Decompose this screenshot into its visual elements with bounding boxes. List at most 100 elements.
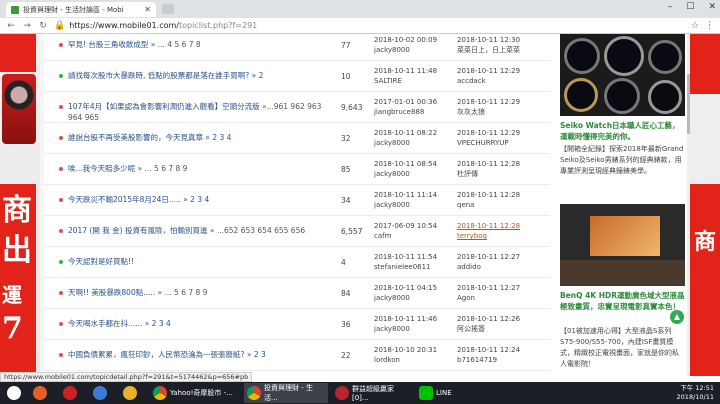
start-button[interactable] [4,383,24,403]
topic-title-link[interactable]: 中國負債累累，瘋狂印鈔，人民幣恐淪為一張張廢紙? » 2 3 [68,349,338,360]
topic-last-user[interactable]: terrybog [457,231,547,241]
topic-page-links[interactable]: ...652 653 654 655 656 [217,226,305,235]
topic-start-user[interactable]: jacky8000 [374,200,454,210]
topic-last-reply[interactable]: 2018-10-11 12:27 Agon [457,283,547,303]
address-bar[interactable]: 🔒 https://www.mobile01.com/topiclist.php… [54,20,685,32]
taskbar-app-2[interactable] [60,383,80,403]
sidebar-ad1-text[interactable]: 【開箱全紀錄】探索2018年最新Grand Seiko及Seiko男錶系列的經典… [560,144,685,177]
ad-text-3: 運 [2,283,22,307]
topic-status-dot [59,291,63,295]
topic-start-user[interactable]: jacky8000 [374,169,454,179]
topic-start-date: 2018-10-11 08:22 [374,129,438,137]
topic-last-user[interactable]: b71614719 [457,355,547,365]
taskbar-chrome-yahoo[interactable]: Yahoo!奇摩股市 -... [150,383,240,403]
topic-last-user[interactable]: addido [457,262,547,272]
topic-status-dot [59,74,63,78]
right-ad-banner[interactable]: 商 [690,34,720,376]
taskbar-line[interactable]: LINE [416,383,472,403]
topic-title-link[interactable]: 今天喝水手都在抖...... » 2 3 4 [68,318,338,329]
page-scrollbar[interactable] [687,34,690,376]
topic-last-reply[interactable]: 2018-10-11 12:24 b71614719 [457,345,547,365]
scrollbar-thumb[interactable] [687,74,690,134]
forward-icon[interactable]: → [22,21,32,31]
topic-start-user[interactable]: jacky8000 [374,138,454,148]
topic-title-link[interactable]: 天啊!! 美股暴跌800點..... » ... 5 6 7 8 9 [68,287,338,298]
topic-start-user[interactable]: jacky8000 [374,45,454,55]
topic-status-dot [59,167,63,171]
topic-last-user[interactable]: Agon [457,293,547,303]
topic-start-user[interactable]: stefanielee0611 [374,262,454,272]
sidebar-ad1-title[interactable]: Seiko Watch日本職人匠心工藝，運載時懂得完美的你。 [560,120,685,142]
topic-title-link[interactable]: 唉...我今天賠多少呢 » ... 5 6 7 8 9 [68,163,338,174]
left-ad-banner[interactable]: 商 出 運 7 [0,34,44,376]
reload-icon[interactable]: ↻ [38,21,48,31]
topic-start-user[interactable]: jiangbruce888 [374,107,454,117]
topic-start-date: 2018-10-11 08:54 [374,160,438,168]
windows-start-icon [7,386,21,400]
minimize-icon[interactable]: – [668,2,673,12]
topic-title-link[interactable]: 今天認對是好買點!! [68,256,338,267]
topic-last-reply[interactable]: 2018-10-11 12:28 杜評傳 [457,159,547,179]
topic-page-links[interactable]: ... 5 6 7 8 9 [145,164,188,173]
back-icon[interactable]: ← [6,21,16,31]
tv-ad-image[interactable] [560,204,685,286]
topic-title-link[interactable]: 罕見! 台股三角收斂成型 » ... 4 5 6 7 8 [68,39,338,50]
topic-last-reply[interactable]: 2018-10-11 12:29 VPECHURRYUP [457,128,547,148]
topic-last-reply[interactable]: 2018-10-11 12:28 terrybog [457,221,547,241]
topic-start-user[interactable]: lordkon [374,355,454,365]
topic-row: 誰說台股不再受美股影響的，今天見真章 » 2 3 4 32 2018-10-11 0… [44,123,550,154]
topic-last-reply[interactable]: 2018-10-11 12:30 菜菜日上，日上菜菜 [457,35,547,55]
topic-status-dot [59,322,63,326]
topic-last-user[interactable]: 杜評傳 [457,169,547,179]
topic-title-link[interactable]: 107年4月【如果認為會影響利潤仍進入觀看】空頭分流版 »...961 962 … [68,101,338,123]
taskbar-app-capital[interactable]: 群益超級贏家[0]... [332,383,412,403]
topic-start-user[interactable]: cafm [374,231,454,241]
topic-start-info: 2017-01-01 00:36 jiangbruce888 [374,97,454,117]
topic-page-links[interactable]: ... 5 6 7 8 9 [165,288,208,297]
topic-last-reply[interactable]: 2018-10-11 12:27 addido [457,252,547,272]
browser-tab[interactable]: 投資與理財 - 生活討論區 - Mobi ✕ [6,2,156,17]
taskbar-app-1[interactable] [30,383,50,403]
topic-last-date: 2018-10-11 12:29 [457,98,521,106]
taskbar-chrome-mobile01[interactable]: 投資與理財 - 生活... [244,383,328,403]
topic-page-links[interactable]: ... 4 5 6 7 8 [158,40,201,49]
tab-close-icon[interactable]: ✕ [144,5,151,14]
scroll-to-top-icon[interactable]: ▲ [670,310,684,324]
topic-start-user[interactable]: jacky8000 [374,293,454,303]
clock-date: 2018/10/11 [676,393,714,401]
topic-last-user[interactable]: 阿公搖簽 [457,324,547,334]
topic-start-date: 2018-10-11 11:46 [374,315,438,323]
topic-last-reply[interactable]: 2018-10-11 12:29 accdack [457,66,547,86]
topic-last-reply[interactable]: 2018-10-11 12:28 qena [457,190,547,210]
topic-last-user[interactable]: qena [457,200,547,210]
app-icon-2 [63,386,77,400]
system-clock[interactable]: 下午 12:51 2018/10/11 [677,384,714,402]
topic-row: 中國負債累累，瘋狂印鈔，人民幣恐淪為一張張廢紙? » 2 3 22 2018-10-… [44,340,550,371]
taskbar-app-3[interactable] [90,383,110,403]
topic-start-user[interactable]: SALTIRE [374,76,454,86]
topic-title-link[interactable]: 請找每次股市大暴跌時, 低點的股票都是落在誰手買啊? » 2 [68,70,338,81]
topic-last-user[interactable]: 灰灰太狼 [457,107,547,117]
topic-last-reply[interactable]: 2018-10-11 12:26 阿公搖簽 [457,314,547,334]
maximize-icon[interactable]: ☐ [686,2,694,12]
bookmark-star-icon[interactable]: ☆ [691,21,699,31]
topic-title-text: 中國負債累累，瘋狂印鈔，人民幣恐淪為一張張廢紙? » 2 3 [68,350,266,359]
close-window-icon[interactable]: ✕ [708,2,716,12]
topic-start-user[interactable]: jacky8000 [374,324,454,334]
topic-start-info: 2018-10-11 11:48 SALTIRE [374,66,454,86]
topic-last-reply[interactable]: 2018-10-11 12:29 灰灰太狼 [457,97,547,117]
topic-last-user[interactable]: accdack [457,76,547,86]
topic-last-user[interactable]: VPECHURRYUP [457,138,547,148]
watch-ad-image[interactable] [560,34,685,116]
topic-last-user[interactable]: 菜菜日上，日上菜菜 [457,45,547,55]
topic-title-link[interactable]: 2017 (開 我 金) 投資有風險，怕輸別買進 » ...652 653 65… [68,225,338,236]
menu-icon[interactable]: ⋮ [705,21,714,31]
taskbar-app-4[interactable] [120,383,140,403]
taskbar-label: Yahoo!奇摩股市 -... [170,389,233,397]
sidebar-ad2-title[interactable]: BenQ 4K HDR運動廣色域大型液晶 極致畫質，忠實呈現電影真實本色！ [560,290,685,312]
sidebar-ad2-text[interactable]: 【01被加速用心得】大型液晶S系列S75-900/S55-700，內建ISF畫質… [560,326,685,370]
topic-title-link[interactable]: 誰說台股不再受美股影響的，今天見真章 » 2 3 4 [68,132,338,143]
topic-start-date: 2018-10-11 11:54 [374,253,438,261]
new-tab-button[interactable] [162,4,174,14]
topic-title-link[interactable]: 今天跌災不輸2015年8月24日..... » 2 3 4 [68,194,338,205]
